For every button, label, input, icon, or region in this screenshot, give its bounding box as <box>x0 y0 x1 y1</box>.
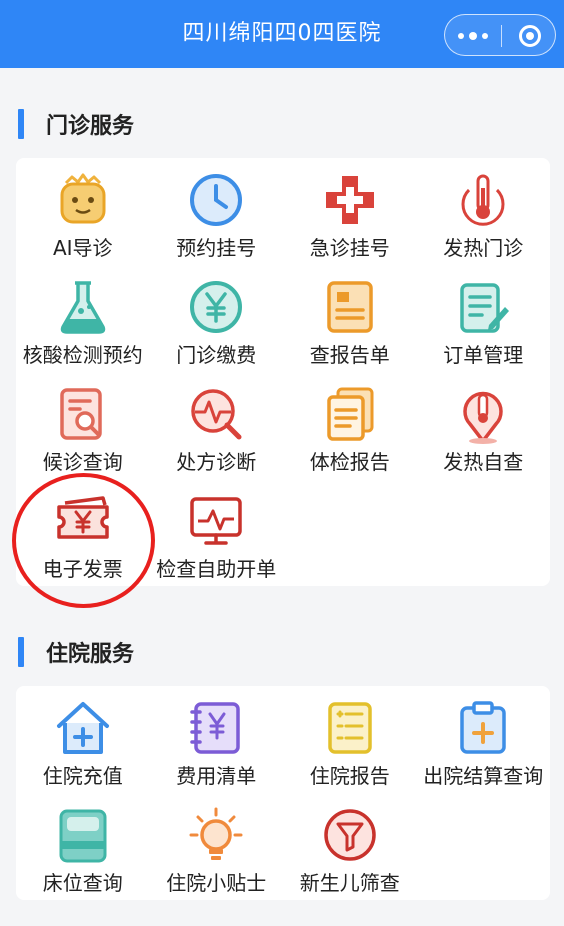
service-appointment[interactable]: 预约挂号 <box>150 158 284 265</box>
more-options-icon[interactable] <box>445 15 501 57</box>
outpatient-heading-text: 门诊服务 <box>46 114 135 139</box>
funnel-icon <box>324 809 376 861</box>
mini-program-capsule <box>444 14 556 56</box>
lightbulb-icon <box>189 807 243 860</box>
service-label: 新生儿筛查 <box>299 871 400 895</box>
service-order-management[interactable]: 订单管理 <box>417 265 551 372</box>
bed-icon <box>59 809 107 863</box>
invoice-ticket-icon <box>57 496 109 539</box>
robot-icon <box>60 173 106 224</box>
service-inpatient-recharge[interactable]: 住院充值 <box>16 686 150 793</box>
service-nucleic-test[interactable]: 核酸检测预约 <box>16 265 150 372</box>
service-prescription-diagnosis[interactable]: 处方诊断 <box>150 372 284 479</box>
service-label: 住院小贴士 <box>166 871 267 895</box>
service-outpatient-payment[interactable]: 门诊缴费 <box>150 265 284 372</box>
header-bar: 四川绵阳四0四医院 <box>0 0 564 68</box>
report-list-icon <box>328 702 372 754</box>
service-newborn-screening[interactable]: 新生儿筛查 <box>283 793 417 900</box>
monitor-pulse-icon <box>190 497 242 545</box>
diagnosis-icon <box>191 389 242 440</box>
fee-list-icon <box>190 702 240 754</box>
report-icon <box>327 281 373 333</box>
emergency-cross-icon <box>325 176 374 224</box>
inpatient-heading-text: 住院服务 <box>46 642 135 667</box>
service-label: 查报告单 <box>309 343 390 367</box>
section-accent-bar <box>18 637 24 667</box>
service-label: 体检报告 <box>309 450 390 474</box>
service-label: 发热自查 <box>443 450 524 474</box>
service-label: 住院报告 <box>309 764 390 788</box>
service-waiting-query[interactable]: 候诊查询 <box>16 372 150 479</box>
search-document-icon <box>60 388 102 440</box>
service-label: 预约挂号 <box>176 236 257 260</box>
service-e-invoice[interactable]: 电子发票 <box>16 479 150 586</box>
service-emergency[interactable]: 急诊挂号 <box>283 158 417 265</box>
service-label: 费用清单 <box>176 764 257 788</box>
outpatient-section-heading: 门诊服务 <box>0 104 134 144</box>
service-label: 住院充值 <box>42 764 123 788</box>
close-program-icon[interactable] <box>502 15 557 57</box>
yuan-coin-icon <box>190 281 243 333</box>
service-label: 出院结算查询 <box>423 764 544 788</box>
service-label: 电子发票 <box>42 557 123 581</box>
fever-location-icon <box>463 391 503 444</box>
service-discharge-settlement[interactable]: 出院结算查询 <box>417 686 551 793</box>
order-edit-icon <box>460 283 510 333</box>
service-label: 急诊挂号 <box>309 236 390 260</box>
service-checkup-report[interactable]: 体检报告 <box>283 372 417 479</box>
section-accent-bar <box>18 109 24 139</box>
inpatient-card: 住院充值 费用清单 住院报告 出院结算查询 床位查询 住院小贴士 新生儿筛查 <box>16 686 550 900</box>
service-label: 门诊缴费 <box>176 343 257 367</box>
service-label: 床位查询 <box>42 871 123 895</box>
service-label: 订单管理 <box>443 343 524 367</box>
service-label: 核酸检测预约 <box>22 343 143 367</box>
house-plus-icon <box>56 702 109 754</box>
service-view-report[interactable]: 查报告单 <box>283 265 417 372</box>
service-label: AI导诊 <box>52 236 113 260</box>
flask-icon <box>60 281 105 334</box>
service-fever-selfcheck[interactable]: 发热自查 <box>417 372 551 479</box>
service-bed-query[interactable]: 床位查询 <box>16 793 150 900</box>
clock-icon <box>190 174 243 226</box>
service-fever-clinic[interactable]: 发热门诊 <box>417 158 551 265</box>
service-fee-list[interactable]: 费用清单 <box>150 686 284 793</box>
service-self-service-order[interactable]: 检查自助开单 <box>150 479 284 586</box>
service-inpatient-tips[interactable]: 住院小贴士 <box>150 793 284 900</box>
outpatient-card: AI导诊 预约挂号 急诊挂号 发热门诊 核酸检测预约 门诊缴费 查报告单 订单管… <box>16 158 550 586</box>
service-label: 候诊查询 <box>42 450 123 474</box>
service-label: 检查自助开单 <box>156 557 277 581</box>
service-label: 处方诊断 <box>176 450 257 474</box>
checkup-documents-icon <box>327 387 374 441</box>
thermometer-icon <box>461 174 505 226</box>
clipboard-plus-icon <box>460 701 506 754</box>
service-inpatient-report[interactable]: 住院报告 <box>283 686 417 793</box>
inpatient-section-heading: 住院服务 <box>0 632 134 672</box>
service-label: 发热门诊 <box>443 236 524 260</box>
service-ai-guide[interactable]: AI导诊 <box>16 158 150 265</box>
